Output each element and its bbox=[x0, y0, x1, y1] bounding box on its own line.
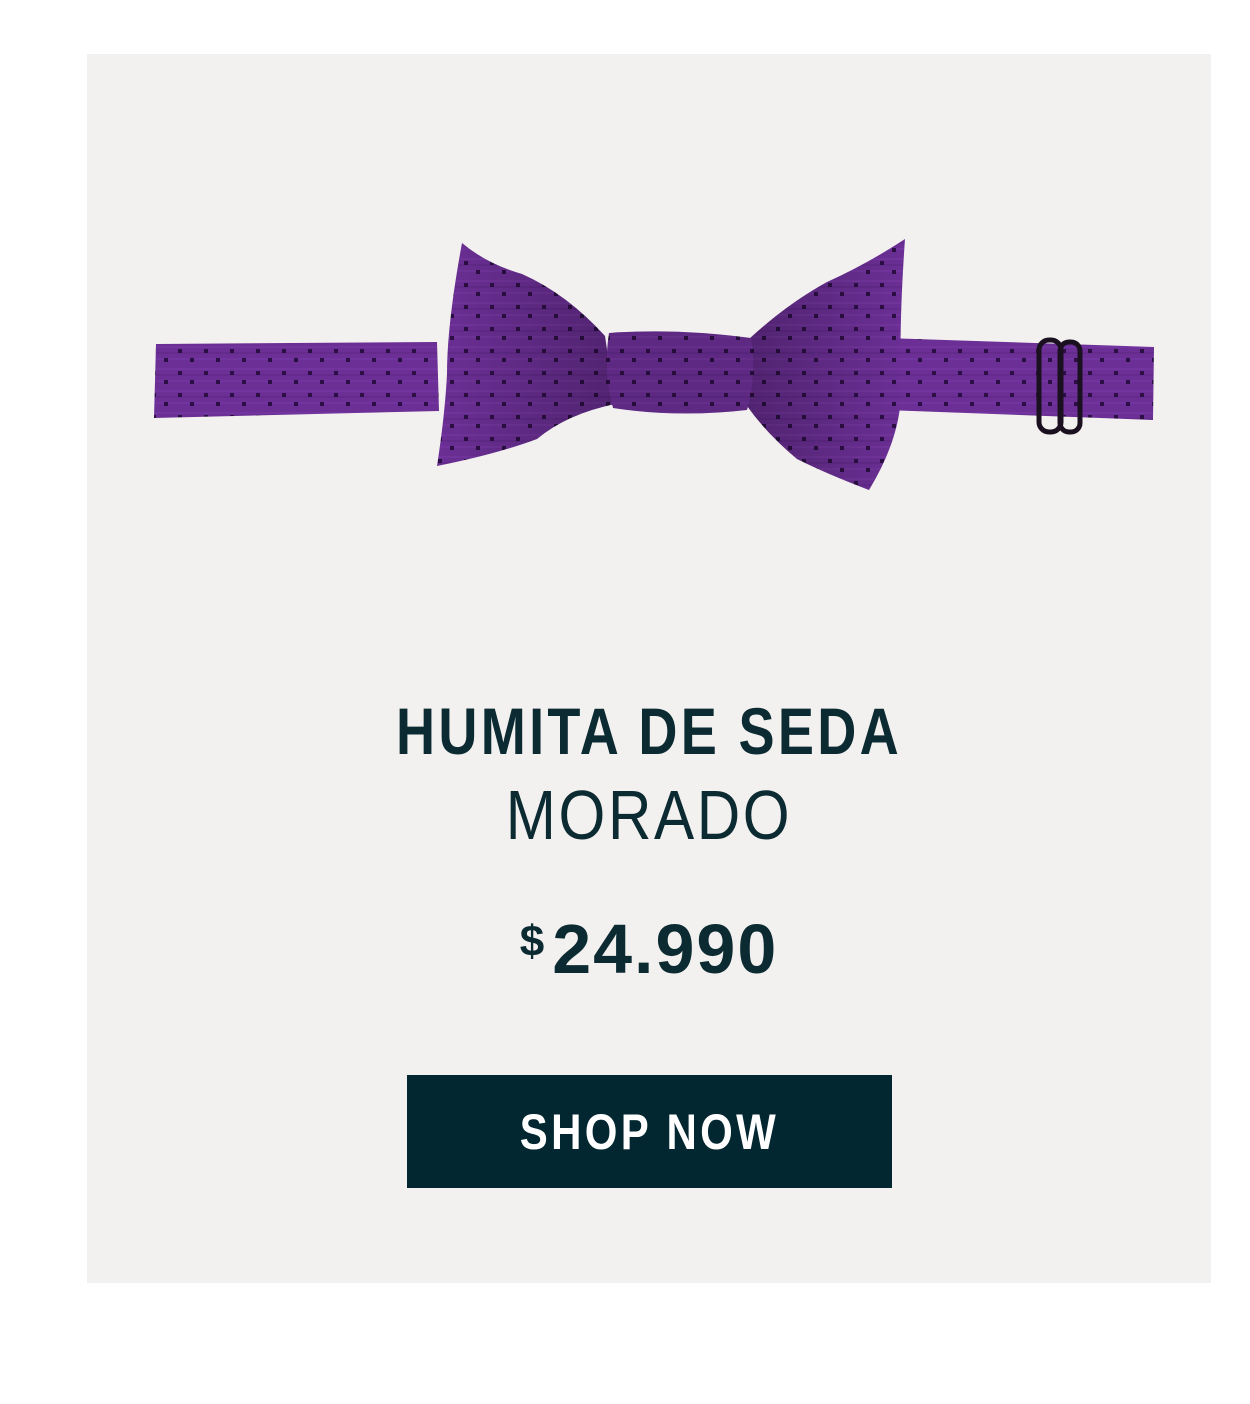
price-currency: $ bbox=[519, 917, 545, 966]
shop-now-button[interactable]: SHOP NOW bbox=[407, 1075, 892, 1188]
price-amount: 24.990 bbox=[552, 910, 779, 988]
shop-now-label: SHOP NOW bbox=[519, 1103, 780, 1160]
product-color-name: MORADO bbox=[505, 776, 793, 854]
product-name: HUMITA DE SEDA bbox=[396, 694, 902, 768]
product-price: $24.990 bbox=[87, 914, 1211, 984]
bow-tie-image[interactable] bbox=[147, 234, 1163, 504]
product-card[interactable]: HUMITA DE SEDA MORADO $24.990 SHOP NOW bbox=[87, 54, 1211, 1283]
